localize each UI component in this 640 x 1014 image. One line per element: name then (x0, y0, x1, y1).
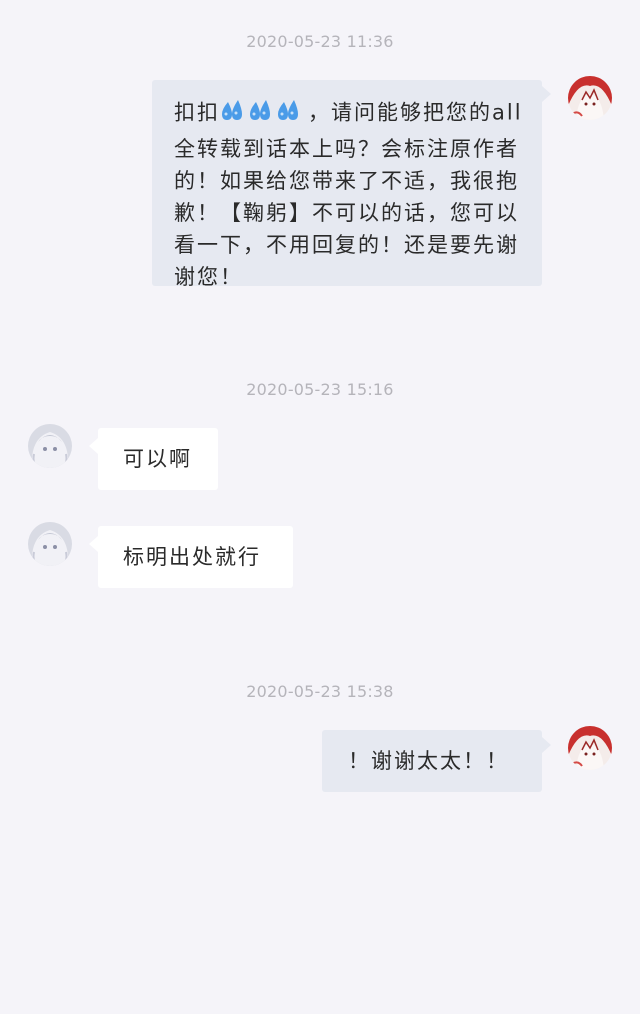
avatar[interactable] (28, 424, 72, 468)
message-bubble-incoming[interactable]: 标明出处就行 (98, 526, 293, 588)
timestamp: 2020-05-23 15:38 (246, 682, 394, 701)
timestamp: 2020-05-23 11:36 (246, 32, 394, 51)
message-bubble-outgoing[interactable]: ！谢谢太太！！ (322, 730, 542, 792)
avatar[interactable] (568, 726, 612, 770)
avatar[interactable] (28, 522, 72, 566)
message-bubble-incoming[interactable]: 可以啊 (98, 428, 218, 490)
bubble-tail (89, 438, 98, 454)
message-text: 标明出处就行 (123, 545, 261, 569)
bubble-tail (89, 536, 98, 552)
bubble-tail (542, 86, 551, 102)
avatar[interactable] (568, 76, 612, 120)
message-text: 可以啊 (123, 447, 192, 471)
message-text: ！谢谢太太！！ (348, 749, 509, 773)
sweat-drops-icon (221, 94, 307, 133)
message-text: 扣扣 (174, 100, 220, 125)
timestamp: 2020-05-23 15:16 (246, 380, 394, 399)
bubble-tail (542, 737, 551, 753)
message-bubble-outgoing[interactable]: 扣扣 ，请问能够把您的all全转载到话本上吗？会标注原作者的！如果给您带来了不适… (152, 80, 542, 289)
